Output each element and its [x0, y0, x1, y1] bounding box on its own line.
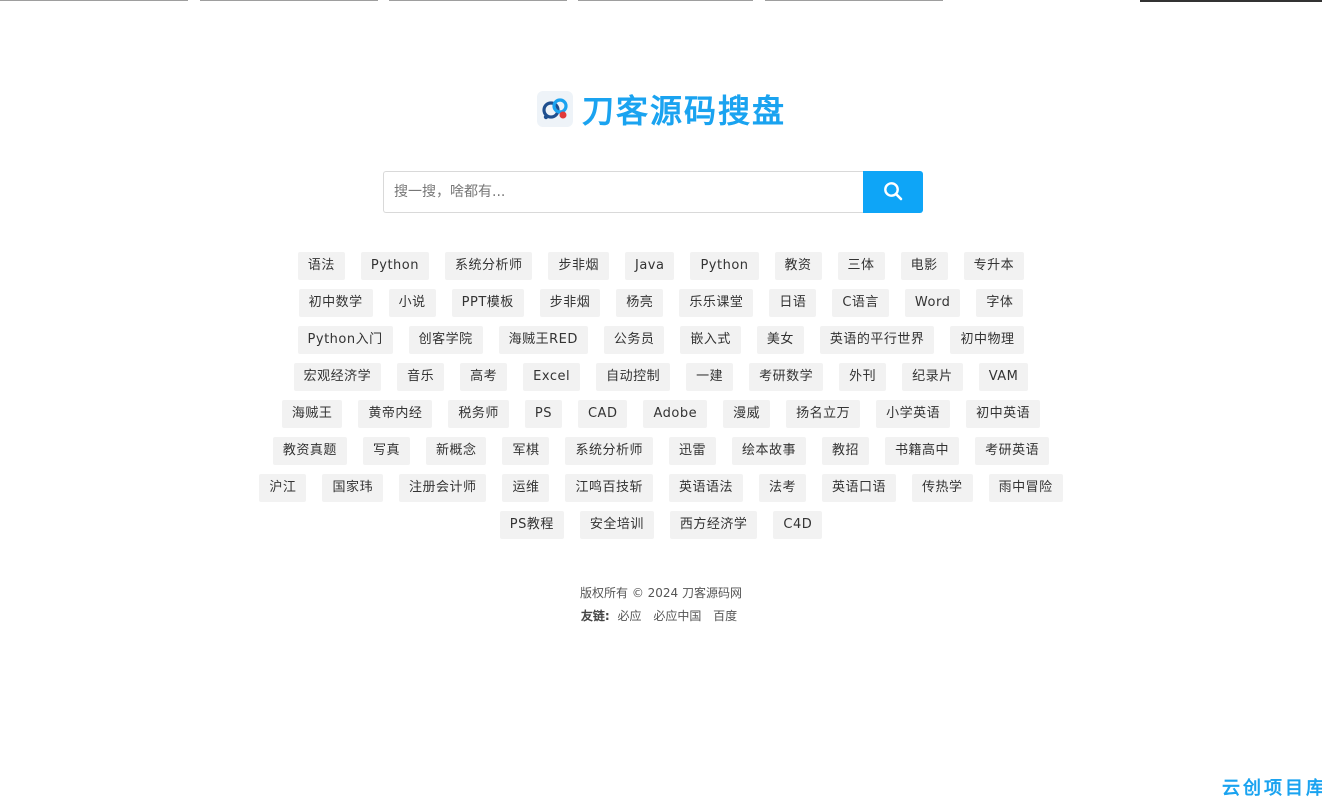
friend-link[interactable]: 百度 [713, 609, 737, 623]
friend-links: 友链: 必应 必应中国 百度 [0, 607, 1322, 625]
tag-link[interactable]: 高考 [460, 363, 508, 391]
tag-link[interactable]: PS [524, 400, 562, 428]
site-title: 刀客源码搜盘 [581, 92, 786, 130]
tag-link[interactable]: 传热学 [912, 474, 973, 502]
tag-link[interactable]: 美女 [756, 326, 804, 354]
tag-link[interactable]: 专升本 [963, 252, 1025, 280]
logo-area: 刀客源码搜盘 [0, 86, 1322, 132]
tag-link[interactable]: Word [904, 289, 961, 317]
tag-link[interactable]: C语言 [832, 289, 889, 317]
tag-link[interactable]: 步非烟 [539, 289, 601, 317]
tag-link[interactable]: Java [625, 252, 675, 280]
tag-row: PS教程 安全培训 西方经济学 C4D [0, 511, 1322, 539]
tag-link[interactable]: 初中物理 [950, 326, 1025, 354]
tag-link[interactable]: CAD [577, 400, 628, 428]
tag-link[interactable]: 宏观经济学 [293, 363, 382, 391]
tag-link[interactable]: 考研数学 [749, 363, 824, 391]
tag-link[interactable]: Python [360, 252, 429, 280]
tag-link[interactable]: 注册会计师 [398, 474, 487, 502]
tag-link[interactable]: 日语 [769, 289, 817, 317]
tag-link[interactable]: 雨中冒险 [988, 474, 1063, 502]
tag-link[interactable]: 乐乐课堂 [679, 289, 754, 317]
tag-link[interactable]: Adobe [643, 400, 708, 428]
tag-link[interactable]: 军棋 [502, 437, 550, 465]
tag-link[interactable]: 税务师 [448, 400, 509, 428]
friend-link[interactable]: 必应 [617, 609, 641, 623]
tag-row: Python入门 创客学院 海贼王RED 公务员 嵌入式 美女 英语的平行世界 初中物理 [0, 326, 1322, 354]
tag-row: 海贼王 黄帝内经 税务师 PS CAD Adobe 漫威 扬名立万 小学英语 初中英语 [0, 400, 1322, 428]
tag-link[interactable]: 英语的平行世界 [819, 326, 935, 354]
tag-link[interactable]: 新概念 [425, 437, 487, 465]
tag-link[interactable]: 嵌入式 [680, 326, 741, 354]
tag-link[interactable]: 系统分析师 [565, 437, 653, 465]
tag-link[interactable]: VAM [978, 363, 1029, 391]
tag-link[interactable]: 书籍高中 [885, 437, 960, 465]
tag-link[interactable]: 国家玮 [322, 474, 383, 502]
tag-link[interactable]: 三体 [837, 252, 885, 280]
tag-link[interactable]: 英语口语 [822, 474, 897, 502]
tag-link[interactable]: 语法 [297, 252, 345, 280]
tag-row: 沪江 国家玮 注册会计师 运维 江鸣百技斩 英语语法 法考 英语口语 传热学 雨中冒险 [0, 474, 1322, 502]
tag-link[interactable]: 初中数学 [298, 289, 373, 317]
tag-link[interactable]: 安全培训 [579, 511, 654, 539]
tag-link[interactable]: 自动控制 [596, 363, 671, 391]
top-progress-line [0, 0, 1322, 2]
tag-link[interactable]: 扬名立万 [786, 400, 861, 428]
hot-tags: 语法 Python 系统分析师 步非烟 Java Python 教资 三体 电影 专升本 初中数学小… [0, 252, 1322, 548]
copyright: 版权所有 © 2024 刀客源码网 [580, 586, 742, 600]
tag-link[interactable]: 一建 [686, 363, 734, 391]
tag-link[interactable]: 江鸣百技斩 [565, 474, 653, 502]
tag-link[interactable]: 杨亮 [616, 289, 664, 317]
tag-link[interactable]: Python入门 [297, 326, 393, 354]
tag-link[interactable]: 漫威 [723, 400, 771, 428]
tag-link[interactable]: 公务员 [603, 326, 665, 354]
tag-link[interactable]: 考研英语 [975, 437, 1050, 465]
tag-link[interactable]: 初中英语 [966, 400, 1041, 428]
tag-link[interactable]: PS教程 [499, 511, 564, 539]
cloud-link-icon [536, 90, 574, 128]
tag-link[interactable]: 教招 [822, 437, 870, 465]
search-button[interactable] [863, 171, 923, 213]
tag-link[interactable]: 小说 [388, 289, 436, 317]
tag-link[interactable]: 西方经济学 [669, 511, 758, 539]
tag-link[interactable]: 步非烟 [548, 252, 609, 280]
tag-link[interactable]: 外刊 [839, 363, 887, 391]
tag-link[interactable]: 海贼王 [281, 400, 343, 428]
tag-link[interactable]: 教资 [774, 252, 822, 280]
tag-link[interactable]: 海贼王RED [498, 326, 588, 354]
tag-link[interactable]: 系统分析师 [444, 252, 533, 280]
page: 刀客源码搜盘 语法Python系统分析师步非烟JavaPython教资三体电影专… [0, 0, 1322, 812]
tag-link[interactable]: 迅雷 [669, 437, 717, 465]
tag-link[interactable]: 黄帝内经 [358, 400, 433, 428]
tag-link[interactable]: 教资真题 [272, 437, 347, 465]
tag-link[interactable]: 创客学院 [408, 326, 483, 354]
footer: 版权所有 © 2024 刀客源码网 友链: 必应 必应中国 百度 [0, 584, 1322, 630]
tag-link[interactable]: 绘本故事 [732, 437, 807, 465]
site-logo[interactable]: 刀客源码搜盘 [536, 86, 786, 132]
watermark: 云创项目库 [1222, 778, 1322, 799]
tag-link[interactable]: 沪江 [259, 474, 307, 502]
tag-link[interactable]: Excel [523, 363, 581, 391]
tag-link[interactable]: PPT模板 [451, 289, 524, 317]
friend-link[interactable]: 必应中国 [653, 609, 701, 623]
tag-link[interactable]: 英语语法 [669, 474, 744, 502]
tag-link[interactable]: 电影 [900, 252, 948, 280]
tag-link[interactable]: 小学英语 [876, 400, 951, 428]
tag-row: 初中数学 小说 PPT模板 步非烟 杨亮 乐乐课堂 日语 C语言 Word 字体 [0, 289, 1322, 317]
tag-link[interactable]: 法考 [759, 474, 807, 502]
search-input[interactable] [383, 171, 863, 213]
tag-row: 教资真题 写真 新概念 军棋 系统分析师 迅雷 绘本故事 教招 书籍高中 考研英语 [0, 437, 1322, 465]
tag-link[interactable]: C4D [773, 511, 823, 539]
tag-row: 宏观经济学 音乐 高考 Excel 自动控制 一建 考研数学 外刊 纪录片 VAM [0, 363, 1322, 391]
tag-link[interactable]: Python [690, 252, 759, 280]
tag-row: 语法 Python 系统分析师 步非烟 Java Python 教资 三体 电影 专升本 [0, 252, 1322, 280]
search-icon [883, 181, 903, 204]
tag-link[interactable]: 字体 [976, 289, 1024, 317]
friend-links-label: 友链: [580, 609, 610, 623]
tag-link[interactable]: 写真 [362, 437, 410, 465]
tag-link[interactable]: 纪录片 [902, 363, 963, 391]
tag-link[interactable]: 音乐 [397, 363, 445, 391]
search-bar [383, 171, 923, 213]
tag-link[interactable]: 运维 [502, 474, 550, 502]
